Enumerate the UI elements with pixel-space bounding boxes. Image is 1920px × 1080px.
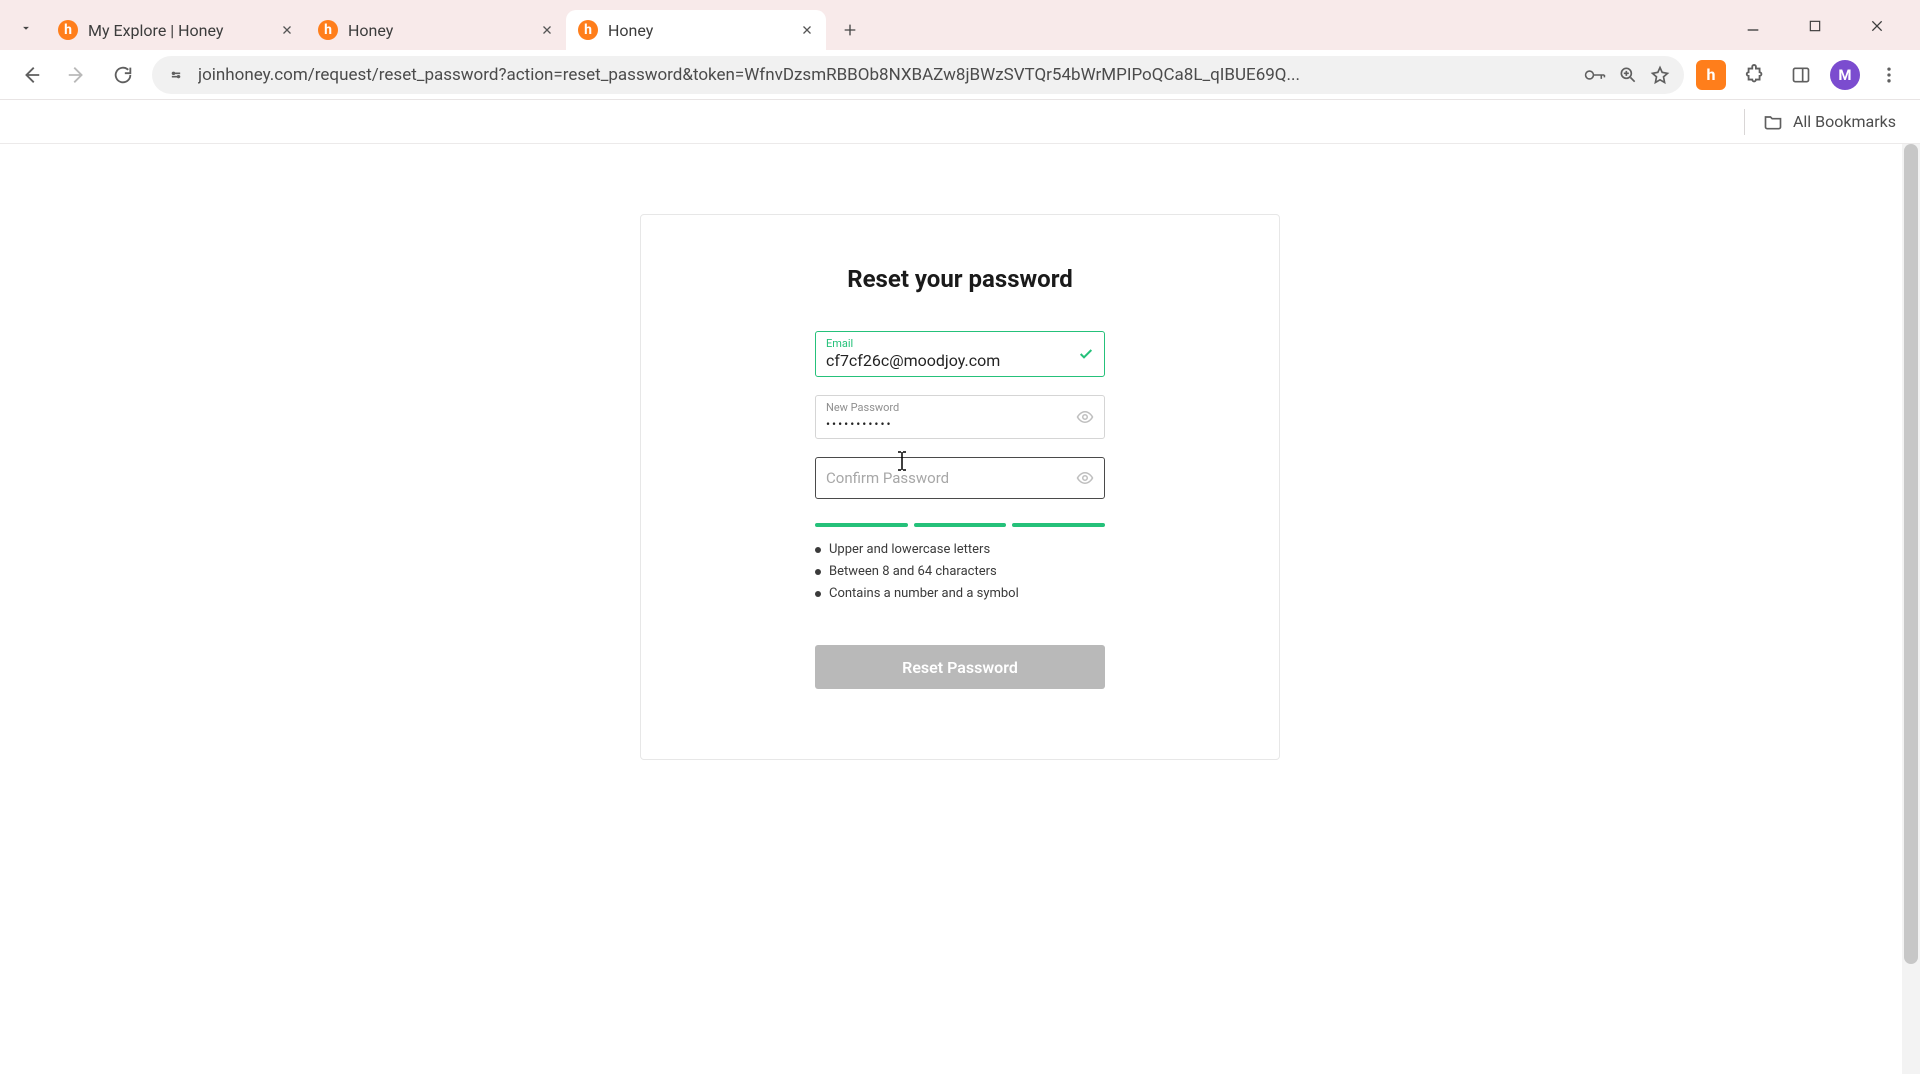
side-panel-button[interactable] bbox=[1784, 58, 1818, 92]
address-bar[interactable]: joinhoney.com/request/reset_password?act… bbox=[152, 56, 1684, 94]
chrome-menu-button[interactable] bbox=[1872, 58, 1906, 92]
site-settings-icon[interactable] bbox=[166, 65, 186, 85]
reload-icon bbox=[112, 64, 134, 86]
email-input[interactable] bbox=[826, 349, 1068, 370]
divider bbox=[1744, 109, 1745, 135]
browser-tab-active[interactable]: h Honey bbox=[566, 10, 826, 50]
new-password-field[interactable]: New Password bbox=[815, 395, 1105, 439]
requirement-item: Upper and lowercase letters bbox=[815, 539, 1105, 561]
tab-title: Honey bbox=[348, 21, 532, 40]
new-tab-button[interactable] bbox=[834, 14, 866, 46]
minimize-icon bbox=[1745, 18, 1761, 34]
requirement-item: Contains a number and a symbol bbox=[815, 583, 1105, 605]
nav-back-button[interactable] bbox=[14, 58, 48, 92]
password-requirements-list: Upper and lowercase letters Between 8 an… bbox=[815, 539, 1105, 605]
tab-title: My Explore | Honey bbox=[88, 21, 272, 40]
new-password-label: New Password bbox=[826, 402, 1068, 413]
all-bookmarks-button[interactable]: All Bookmarks bbox=[1763, 112, 1896, 132]
reset-password-button[interactable]: Reset Password bbox=[815, 645, 1105, 689]
avatar-initial: M bbox=[1838, 66, 1851, 84]
password-manager-icon[interactable] bbox=[1584, 66, 1606, 84]
window-minimize-button[interactable] bbox=[1736, 12, 1770, 40]
password-strength-meter bbox=[815, 523, 1105, 527]
browser-tab[interactable]: h My Explore | Honey bbox=[46, 10, 306, 50]
extension-glyph: h bbox=[1707, 65, 1716, 84]
strength-segment bbox=[815, 523, 908, 527]
tab-favicon-icon: h bbox=[58, 20, 78, 40]
side-panel-icon bbox=[1791, 65, 1811, 85]
toggle-visibility-button[interactable] bbox=[1076, 408, 1094, 426]
new-password-input[interactable] bbox=[826, 415, 1068, 431]
all-bookmarks-label: All Bookmarks bbox=[1793, 112, 1896, 131]
email-label: Email bbox=[826, 338, 1068, 349]
profile-avatar-button[interactable]: M bbox=[1830, 60, 1860, 90]
bookmark-star-icon[interactable] bbox=[1650, 65, 1670, 85]
window-close-button[interactable] bbox=[1860, 12, 1894, 40]
bookmarks-bar: All Bookmarks bbox=[0, 100, 1920, 144]
nav-forward-button[interactable] bbox=[60, 58, 94, 92]
browser-tab[interactable]: h Honey bbox=[306, 10, 566, 50]
scrollbar-thumb[interactable] bbox=[1904, 144, 1918, 964]
close-icon bbox=[801, 24, 813, 36]
chevron-down-icon bbox=[19, 21, 33, 35]
zoom-icon[interactable] bbox=[1618, 65, 1638, 85]
window-controls bbox=[1736, 12, 1908, 50]
strength-segment bbox=[1012, 523, 1105, 527]
vertical-scrollbar[interactable] bbox=[1902, 144, 1920, 1074]
tab-title: Honey bbox=[608, 21, 792, 40]
close-icon bbox=[1869, 18, 1885, 34]
arrow-right-icon bbox=[66, 64, 88, 86]
confirm-password-field[interactable]: Confirm Password bbox=[815, 457, 1105, 499]
browser-toolbar: joinhoney.com/request/reset_password?act… bbox=[0, 50, 1920, 100]
maximize-icon bbox=[1808, 19, 1822, 33]
arrow-left-icon bbox=[20, 64, 42, 86]
tabs-dropdown-button[interactable] bbox=[12, 14, 40, 42]
extensions-menu-button[interactable] bbox=[1738, 58, 1772, 92]
nav-reload-button[interactable] bbox=[106, 58, 140, 92]
folder-icon bbox=[1763, 112, 1783, 132]
puzzle-icon bbox=[1744, 64, 1766, 86]
confirm-password-placeholder: Confirm Password bbox=[826, 464, 1068, 492]
tab-close-button[interactable] bbox=[538, 21, 556, 39]
page-title: Reset your password bbox=[847, 265, 1073, 293]
tab-favicon-icon: h bbox=[318, 20, 338, 40]
tab-favicon-icon: h bbox=[578, 20, 598, 40]
eye-icon bbox=[1076, 469, 1094, 487]
honey-extension-button[interactable]: h bbox=[1696, 60, 1726, 90]
email-field[interactable]: Email bbox=[815, 331, 1105, 377]
address-url: joinhoney.com/request/reset_password?act… bbox=[198, 65, 1572, 85]
reset-password-card: Reset your password Email New Password C… bbox=[640, 214, 1280, 760]
kebab-icon bbox=[1879, 65, 1899, 85]
plus-icon bbox=[842, 22, 858, 38]
page-viewport: Reset your password Email New Password C… bbox=[0, 144, 1920, 1080]
tab-close-button[interactable] bbox=[278, 21, 296, 39]
close-icon bbox=[541, 24, 553, 36]
browser-tabstrip: h My Explore | Honey h Honey h Honey bbox=[0, 0, 1920, 50]
strength-segment bbox=[914, 523, 1007, 527]
requirement-item: Between 8 and 64 characters bbox=[815, 561, 1105, 583]
eye-icon bbox=[1076, 408, 1094, 426]
window-maximize-button[interactable] bbox=[1798, 12, 1832, 40]
tab-close-button[interactable] bbox=[798, 21, 816, 39]
toggle-visibility-button[interactable] bbox=[1076, 469, 1094, 487]
close-icon bbox=[281, 24, 293, 36]
check-icon bbox=[1078, 346, 1094, 362]
